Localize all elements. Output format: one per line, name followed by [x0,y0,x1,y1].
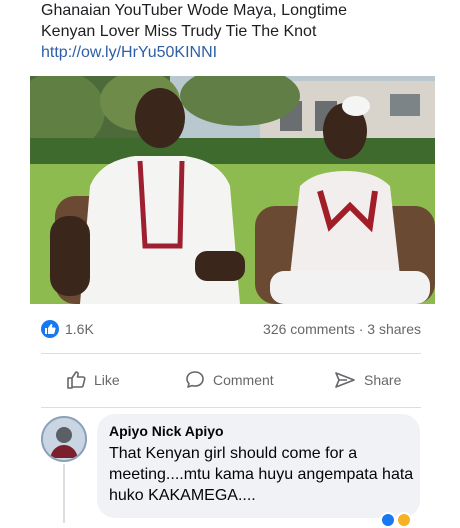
comments-shares-count[interactable]: 326 comments · 3 shares [263,321,421,337]
reaction-stats: 1.6K 326 comments · 3 shares [41,318,421,340]
like-reaction-icon [380,512,396,528]
post-headline-line-1: Ghanaian YouTuber Wode Maya, Longtime [41,2,347,19]
like-count[interactable]: 1.6K [65,321,94,337]
haha-reaction-icon [396,512,412,528]
comment-bubble[interactable]: Apiyo Nick Apiyo That Kenyan girl should… [97,414,420,518]
avatar-image [43,418,85,460]
comment-thread-line [63,464,65,523]
comment-reactions[interactable] [380,512,420,528]
post-photo[interactable] [30,76,435,304]
like-reaction-icon[interactable] [41,320,59,338]
comment-text: That Kenyan girl should come for a meeti… [109,445,414,504]
divider [41,407,421,408]
post-photo-illustration [30,76,435,304]
post-link[interactable]: http://ow.ly/HrYu50KINNI [41,42,441,63]
post-actions: Like Comment Share [41,366,421,394]
share-label: Share [364,372,402,388]
comment-button[interactable]: Comment [184,366,274,394]
comment-icon [186,371,204,388]
divider [41,353,421,354]
post-headline-line-2: Kenyan Lover Miss Trudy Tie The Knot [41,23,317,40]
like-button[interactable]: Like [65,366,120,394]
like-label: Like [94,372,120,388]
share-button[interactable]: Share [333,366,401,394]
like-icon [67,371,86,389]
comment-author[interactable]: Apiyo Nick Apiyo [109,423,224,439]
comment-label: Comment [213,372,274,388]
avatar[interactable] [41,416,87,462]
share-icon [335,372,355,388]
post-text: Ghanaian YouTuber Wode Maya, Longtime Ke… [41,0,441,63]
